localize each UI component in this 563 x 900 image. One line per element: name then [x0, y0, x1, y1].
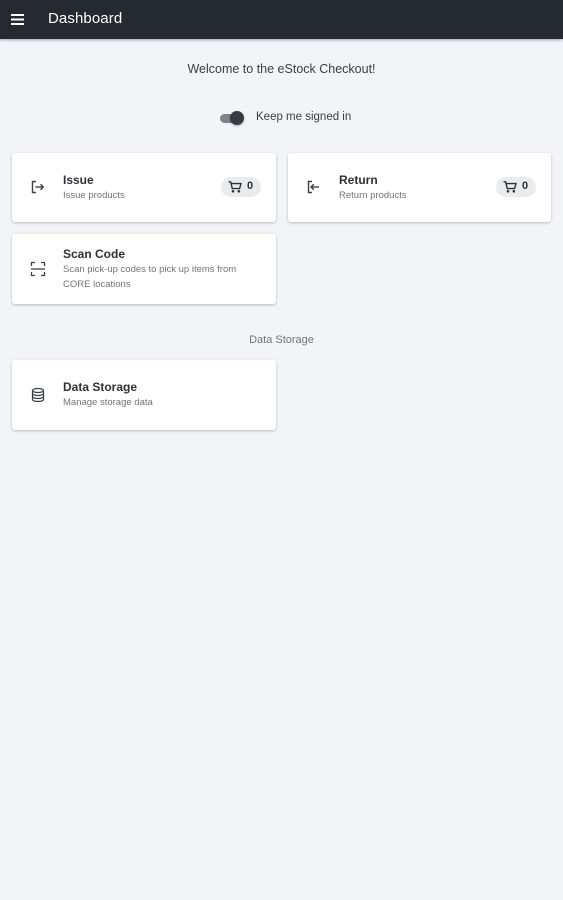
welcome-message: Welcome to the eStock Checkout!	[187, 62, 376, 76]
cart-icon	[503, 181, 517, 193]
app-bar: Dashboard	[0, 0, 563, 39]
return-cart-count: 0	[522, 180, 529, 192]
scan-code-subtitle: Scan pick-up codes to pick up items from…	[63, 264, 237, 290]
issue-title: Issue	[63, 173, 94, 187]
return-title: Return	[339, 173, 378, 187]
cart-icon	[228, 181, 242, 193]
issue-cart-badge[interactable]: 0	[221, 177, 261, 197]
data-storage-section-label: Data Storage	[249, 334, 314, 346]
page-title: Dashboard	[48, 10, 123, 27]
return-subtitle: Return products	[339, 190, 407, 201]
issue-card[interactable]: Issue Issue products 0	[12, 153, 276, 222]
menu-icon[interactable]	[9, 11, 27, 29]
scan-code-card[interactable]: Scan Code Scan pick-up codes to pick up …	[12, 234, 276, 304]
data-storage-subtitle: Manage storage data	[63, 397, 153, 408]
issue-cart-count: 0	[247, 180, 254, 192]
toggle-thumb	[230, 111, 244, 125]
data-storage-card[interactable]: Data Storage Manage storage data	[12, 360, 276, 430]
data-storage-title: Data Storage	[63, 380, 138, 394]
issue-subtitle: Issue products	[63, 190, 125, 201]
return-icon	[306, 179, 322, 195]
return-card[interactable]: Return Return products 0	[288, 153, 551, 222]
database-icon	[30, 387, 46, 403]
scan-icon	[30, 261, 46, 277]
issue-icon	[30, 179, 46, 195]
return-cart-badge[interactable]: 0	[496, 177, 536, 197]
scan-code-title: Scan Code	[63, 247, 126, 261]
keep-signed-in-toggle[interactable]	[219, 111, 245, 125]
keep-signed-in-label: Keep me signed in	[256, 111, 352, 123]
